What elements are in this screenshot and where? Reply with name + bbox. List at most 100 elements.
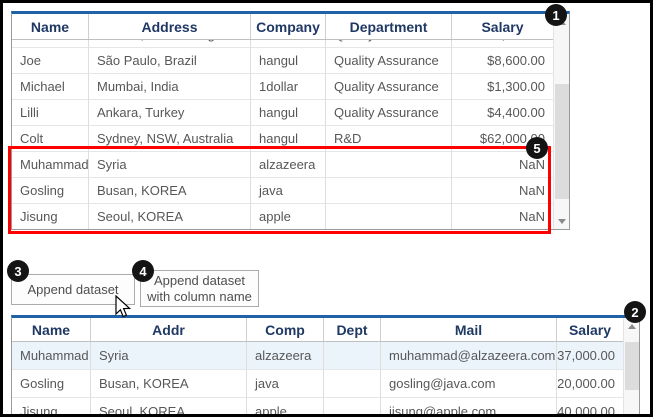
table-row[interactable]: GoslingBusan, KOREAjava gosling@java.com$… xyxy=(12,370,623,398)
annotation-badge-4: 4 xyxy=(132,260,154,282)
table-cell[interactable] xyxy=(326,152,452,178)
column-header-company[interactable]: Company xyxy=(251,14,326,39)
scrollbar-thumb[interactable] xyxy=(555,84,569,199)
table-cell[interactable]: Gosling xyxy=(12,370,91,398)
table-cell[interactable]: Jisung xyxy=(12,398,91,417)
screenshot-canvas: NameAddressCompanyDepartmentSalary LizaL… xyxy=(0,0,653,417)
table-cell[interactable]: London, United Kingdom xyxy=(89,40,251,48)
table-cell[interactable]: NaN xyxy=(452,178,553,204)
top-grid-scrollbar[interactable] xyxy=(553,14,569,229)
table-cell[interactable]: 1dollar xyxy=(251,40,326,48)
table-row[interactable]: LilliAnkara, TurkeyhangulQuality Assuran… xyxy=(12,100,553,126)
table-cell[interactable]: $3,500.00 xyxy=(452,40,553,48)
table-cell[interactable]: jisung@apple.com xyxy=(381,398,557,417)
top-grid-header: NameAddressCompanyDepartmentSalary xyxy=(12,14,553,40)
table-cell[interactable] xyxy=(326,204,452,229)
table-row[interactable]: MuhammadSyriaalzazeeraNaN xyxy=(12,152,553,178)
table-cell[interactable]: Gosling xyxy=(12,178,89,204)
table-cell[interactable]: Seoul, KOREA xyxy=(89,204,251,229)
table-cell[interactable]: Syria xyxy=(89,152,251,178)
table-cell[interactable]: apple xyxy=(247,398,324,417)
annotation-badge-2: 2 xyxy=(624,301,646,323)
table-cell[interactable]: alzazeera xyxy=(247,342,324,370)
annotation-badge-1: 1 xyxy=(545,4,567,26)
column-header-comp[interactable]: Comp xyxy=(247,318,324,341)
bottom-grid-main: NameAddrCompDeptMailSalary MuhammadSyria… xyxy=(12,318,623,417)
table-cell[interactable]: Joe xyxy=(12,48,89,74)
table-cell[interactable]: Mumbai, India xyxy=(89,74,251,100)
table-cell[interactable]: Jisung xyxy=(12,204,89,229)
column-header-mail[interactable]: Mail xyxy=(381,318,557,341)
table-cell[interactable] xyxy=(324,370,381,398)
append-dataset-with-column-name-button[interactable]: Append dataset with column name xyxy=(140,270,259,307)
table-row[interactable]: JoeSão Paulo, BrazilhangulQuality Assura… xyxy=(12,48,553,74)
table-cell[interactable]: São Paulo, Brazil xyxy=(89,48,251,74)
scrollbar-thumb[interactable] xyxy=(625,342,639,390)
table-cell[interactable]: $20,000.00 xyxy=(557,370,623,398)
table-cell[interactable]: Colt xyxy=(12,126,89,152)
table-cell[interactable]: $8,600.00 xyxy=(452,48,553,74)
table-cell[interactable]: Liza xyxy=(12,40,89,48)
table-cell[interactable]: java xyxy=(247,370,324,398)
column-header-addr[interactable]: Addr xyxy=(91,318,247,341)
table-row[interactable]: MuhammadSyriaalzazeera muhammad@alzazeera… xyxy=(12,342,623,370)
table-cell[interactable]: 1dollar xyxy=(251,74,326,100)
table-cell[interactable]: Quality Assurance xyxy=(326,48,452,74)
table-cell[interactable]: java xyxy=(251,178,326,204)
table-cell[interactable]: Sydney, NSW, Australia xyxy=(89,126,251,152)
table-cell[interactable]: hangul xyxy=(251,100,326,126)
triangle-down-icon xyxy=(558,219,566,224)
table-cell[interactable]: $1,300.00 xyxy=(452,74,553,100)
source-data-grid: NameAddressCompanyDepartmentSalary LizaL… xyxy=(11,11,570,230)
table-cell[interactable]: Busan, KOREA xyxy=(89,178,251,204)
table-cell[interactable] xyxy=(324,342,381,370)
table-cell[interactable]: $840,000.00 xyxy=(557,398,623,417)
column-header-name[interactable]: Name xyxy=(12,318,91,341)
top-grid-main: NameAddressCompanyDepartmentSalary LizaL… xyxy=(12,14,553,229)
table-row[interactable]: LizaLondon, United Kingdom1dollarQuality… xyxy=(12,40,553,48)
top-grid-body: LizaLondon, United Kingdom1dollarQuality… xyxy=(12,40,553,229)
scroll-down-button[interactable] xyxy=(554,213,570,229)
annotation-badge-3: 3 xyxy=(7,260,29,282)
annotation-badge-5: 5 xyxy=(526,137,548,159)
table-cell[interactable]: hangul xyxy=(251,48,326,74)
table-row[interactable]: GoslingBusan, KOREAjava NaN xyxy=(12,178,553,204)
column-header-department[interactable]: Department xyxy=(326,14,452,39)
scroll-down-button[interactable] xyxy=(624,408,640,417)
table-cell[interactable]: R&D xyxy=(326,126,452,152)
table-cell[interactable]: Quality Assurance xyxy=(326,100,452,126)
table-cell[interactable] xyxy=(324,398,381,417)
table-row[interactable]: ColtSydney, NSW, AustraliahangulR&D$62,0… xyxy=(12,126,553,152)
table-cell[interactable]: Muhammad xyxy=(12,152,89,178)
table-cell[interactable]: Ankara, Turkey xyxy=(89,100,251,126)
table-cell[interactable]: $37,000.00 xyxy=(557,342,623,370)
table-cell[interactable]: hangul xyxy=(251,126,326,152)
mouse-cursor-icon xyxy=(115,295,133,321)
column-header-salary[interactable]: Salary xyxy=(557,318,623,341)
table-row[interactable]: JisungSeoul, KOREAapple NaN xyxy=(12,204,553,229)
table-cell[interactable] xyxy=(326,178,452,204)
table-cell[interactable]: Muhammad xyxy=(12,342,91,370)
column-header-name[interactable]: Name xyxy=(12,14,89,39)
table-cell[interactable]: Seoul, KOREA xyxy=(91,398,247,417)
table-cell[interactable]: Syria xyxy=(91,342,247,370)
column-header-dept[interactable]: Dept xyxy=(324,318,381,341)
table-cell[interactable]: NaN xyxy=(452,204,553,229)
table-cell[interactable]: Quality Assurance xyxy=(326,74,452,100)
table-cell[interactable]: Lilli xyxy=(12,100,89,126)
table-row[interactable]: MichaelMumbai, India1dollarQuality Assur… xyxy=(12,74,553,100)
bottom-grid-body: MuhammadSyriaalzazeera muhammad@alzazeera… xyxy=(12,342,623,417)
table-cell[interactable]: Busan, KOREA xyxy=(91,370,247,398)
bottom-grid-scrollbar[interactable] xyxy=(623,318,639,417)
table-cell[interactable]: muhammad@alzazeera.com xyxy=(381,342,557,370)
result-data-grid: NameAddrCompDeptMailSalary MuhammadSyria… xyxy=(11,315,640,417)
column-header-salary[interactable]: Salary xyxy=(452,14,553,39)
table-cell[interactable]: Michael xyxy=(12,74,89,100)
table-cell[interactable]: apple xyxy=(251,204,326,229)
table-cell[interactable]: gosling@java.com xyxy=(381,370,557,398)
table-cell[interactable]: alzazeera xyxy=(251,152,326,178)
table-cell[interactable]: $4,400.00 xyxy=(452,100,553,126)
table-cell[interactable]: Quality Assurance xyxy=(326,40,452,48)
column-header-address[interactable]: Address xyxy=(89,14,251,39)
table-row[interactable]: JisungSeoul, KOREAapple jisung@apple.com$… xyxy=(12,398,623,417)
